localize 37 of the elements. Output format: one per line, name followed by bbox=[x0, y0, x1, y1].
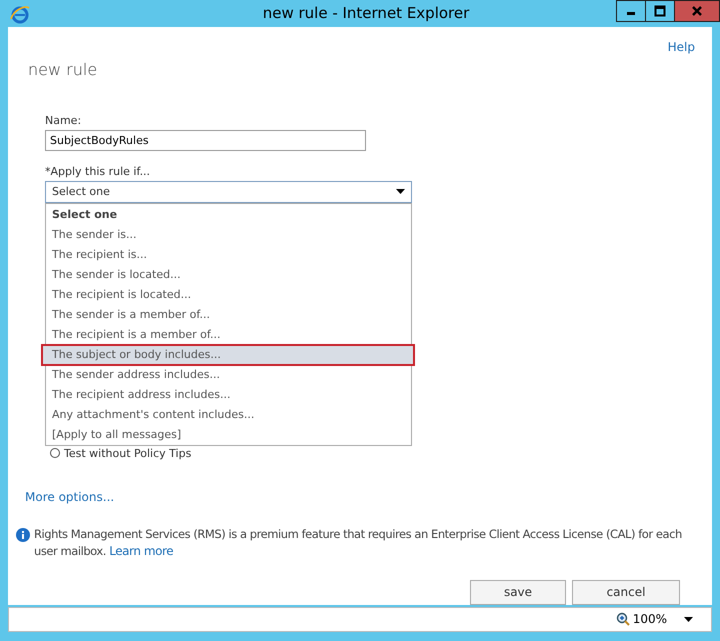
close-button[interactable] bbox=[674, 0, 720, 22]
dropdown-option[interactable]: The recipient address includes... bbox=[46, 384, 411, 405]
dropdown-option[interactable]: The recipient is a member of... bbox=[46, 324, 411, 345]
zoom-level: 100% bbox=[632, 612, 667, 626]
field-label: *Apply this rule if... bbox=[45, 164, 152, 179]
dialog-button[interactable]: cancel bbox=[572, 580, 680, 605]
learn-more-link[interactable]: Learn more bbox=[109, 544, 174, 558]
radio-button[interactable] bbox=[50, 448, 60, 458]
caret-icon[interactable] bbox=[684, 616, 693, 622]
help-link[interactable]: Help bbox=[668, 40, 695, 60]
dropdown-option[interactable]: The subject or body includes... bbox=[42, 344, 414, 365]
radio-label: Test without Policy Tips bbox=[64, 446, 192, 460]
dropdown-option[interactable]: The sender is... bbox=[46, 224, 411, 245]
close-icon bbox=[691, 5, 703, 17]
minimize-button[interactable] bbox=[616, 0, 646, 22]
maximize-button[interactable] bbox=[645, 0, 675, 22]
dropdown-option[interactable]: Any attachment's content includes... bbox=[46, 404, 411, 425]
name-field[interactable]: SubjectBodyRules bbox=[45, 130, 366, 151]
page-title: new rule bbox=[28, 60, 98, 79]
caret-icon bbox=[396, 189, 405, 194]
dropdown-option[interactable]: The recipient is... bbox=[46, 244, 411, 265]
dropdown-option[interactable]: The sender is a member of... bbox=[46, 304, 411, 325]
dropdown-option[interactable]: Select one bbox=[46, 204, 411, 225]
zoom-icon[interactable] bbox=[616, 612, 630, 626]
condition-dropdown[interactable]: Select one bbox=[45, 180, 412, 203]
more-options-link[interactable]: More options... bbox=[25, 490, 114, 504]
dialog-button[interactable]: save bbox=[470, 580, 566, 605]
maximize-icon bbox=[654, 5, 666, 17]
info-text: Rights Management Services (RMS) is a premium feature that requires an Enterprise Client Access License (CAL) for each user mailbox. Learn more bbox=[34, 526, 683, 560]
field-label: Name: bbox=[45, 114, 82, 128]
dropdown-option[interactable]: The recipient is located... bbox=[46, 284, 411, 305]
info-icon bbox=[16, 528, 30, 542]
browser-logo-icon bbox=[10, 5, 30, 25]
window-title: new rule - Internet Explorer bbox=[262, 4, 470, 22]
dropdown-option[interactable]: The sender is located... bbox=[46, 264, 411, 285]
dropdown-option[interactable]: The sender address includes... bbox=[46, 364, 411, 385]
dropdown-option[interactable]: [Apply to all messages] bbox=[46, 424, 411, 445]
